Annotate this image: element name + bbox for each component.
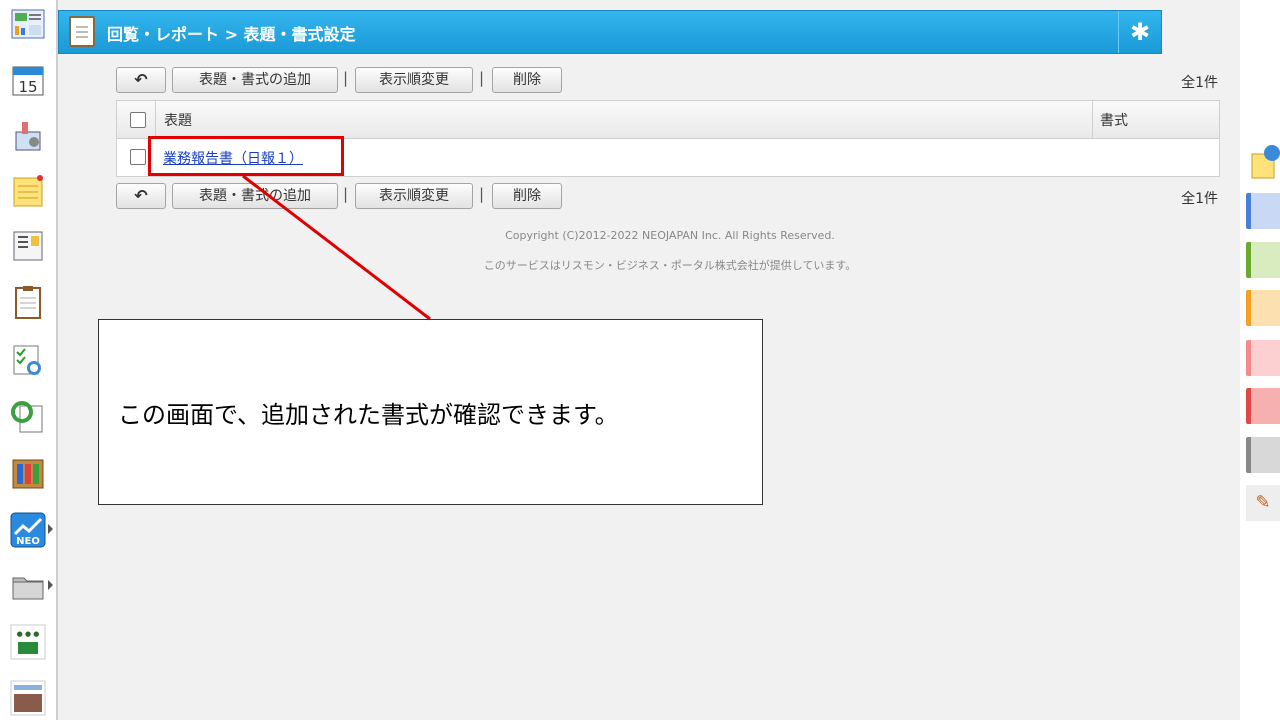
link-icon[interactable] [10,680,46,716]
app-launcher-bar: 15 NEO ● ● ● [0,0,58,720]
copyright-text: Copyright (C)2012-2022 NEOJAPAN Inc. All… [505,229,835,242]
column-header-format: 書式 [1100,113,1128,129]
callout-text: この画面で、追加された書式が確認できます。 [118,401,619,429]
total-count: 全1件 [1181,75,1218,91]
workflow-icon[interactable] [10,398,46,434]
link-icon[interactable]: ● ● ● [10,624,46,660]
binder-icon[interactable] [10,456,46,492]
provider-text: このサービスはリスモン・ビジネス・ポータル株式会社が提供しています。 [483,259,857,272]
back-button[interactable]: ↶ [116,183,166,209]
tab-red[interactable] [1246,388,1280,424]
separator: | [479,185,485,203]
portal-icon[interactable] [10,6,46,42]
select-all-checkbox[interactable] [130,112,146,128]
report-icon[interactable] [10,284,46,320]
separator: | [479,69,485,87]
delete-button[interactable]: 削除 [492,67,562,93]
tab-blue[interactable] [1246,193,1280,229]
page-title: 回覧・レポート > 表題・書式設定 [107,25,356,44]
back-arrow-icon: ↶ [134,70,148,89]
calendar-day: 15 [18,78,37,96]
reorder-button[interactable]: 表示順変更 [355,67,473,93]
tab-orange[interactable] [1246,290,1280,326]
callout-box: この画面で、追加された書式が確認できます。 [98,319,763,505]
delete-button[interactable]: 削除 [492,183,562,209]
memo-icon[interactable] [10,172,46,208]
column-header-title: 表題 [164,113,192,129]
svg-text:● ● ●: ● ● ● [17,630,40,638]
clipboard-icon [69,16,95,47]
row-checkbox[interactable] [130,149,146,165]
checklist-icon[interactable] [10,342,46,378]
neo-expand-icon[interactable] [48,524,53,534]
neo-label: NEO [16,536,40,547]
back-arrow-icon: ↶ [134,186,148,205]
facility-icon[interactable] [10,118,46,154]
neo-icon[interactable]: NEO [10,512,46,548]
title-bar: 回覧・レポート > 表題・書式設定 ✱ [58,10,1162,54]
gear-icon[interactable]: ✱ [1118,11,1161,53]
separator: | [343,185,349,203]
separator: | [343,69,349,87]
folder-expand-icon[interactable] [48,580,53,590]
highlight-box [148,136,344,176]
table-header: 表題 書式 [117,101,1219,139]
notes-icon[interactable] [1250,144,1280,180]
tab-green[interactable] [1246,242,1280,278]
folder-icon[interactable] [10,568,46,604]
pencil-icon[interactable]: ✎ [1246,485,1280,521]
add-format-button[interactable]: 表題・書式の追加 [172,67,338,93]
total-count: 全1件 [1181,191,1218,207]
tab-gray[interactable] [1246,437,1280,473]
calendar-icon[interactable]: 15 [10,62,46,98]
tab-pink[interactable] [1246,340,1280,376]
toolbar-bottom: ↶ 表題・書式の追加 | 表示順変更 | 削除 [116,183,1218,209]
reorder-button[interactable]: 表示順変更 [355,183,473,209]
toolbar-top: ↶ 表題・書式の追加 | 表示順変更 | 削除 [116,67,1218,93]
right-tab-bar: ✎ [1240,0,1280,720]
back-button[interactable]: ↶ [116,67,166,93]
add-format-button[interactable]: 表題・書式の追加 [172,183,338,209]
